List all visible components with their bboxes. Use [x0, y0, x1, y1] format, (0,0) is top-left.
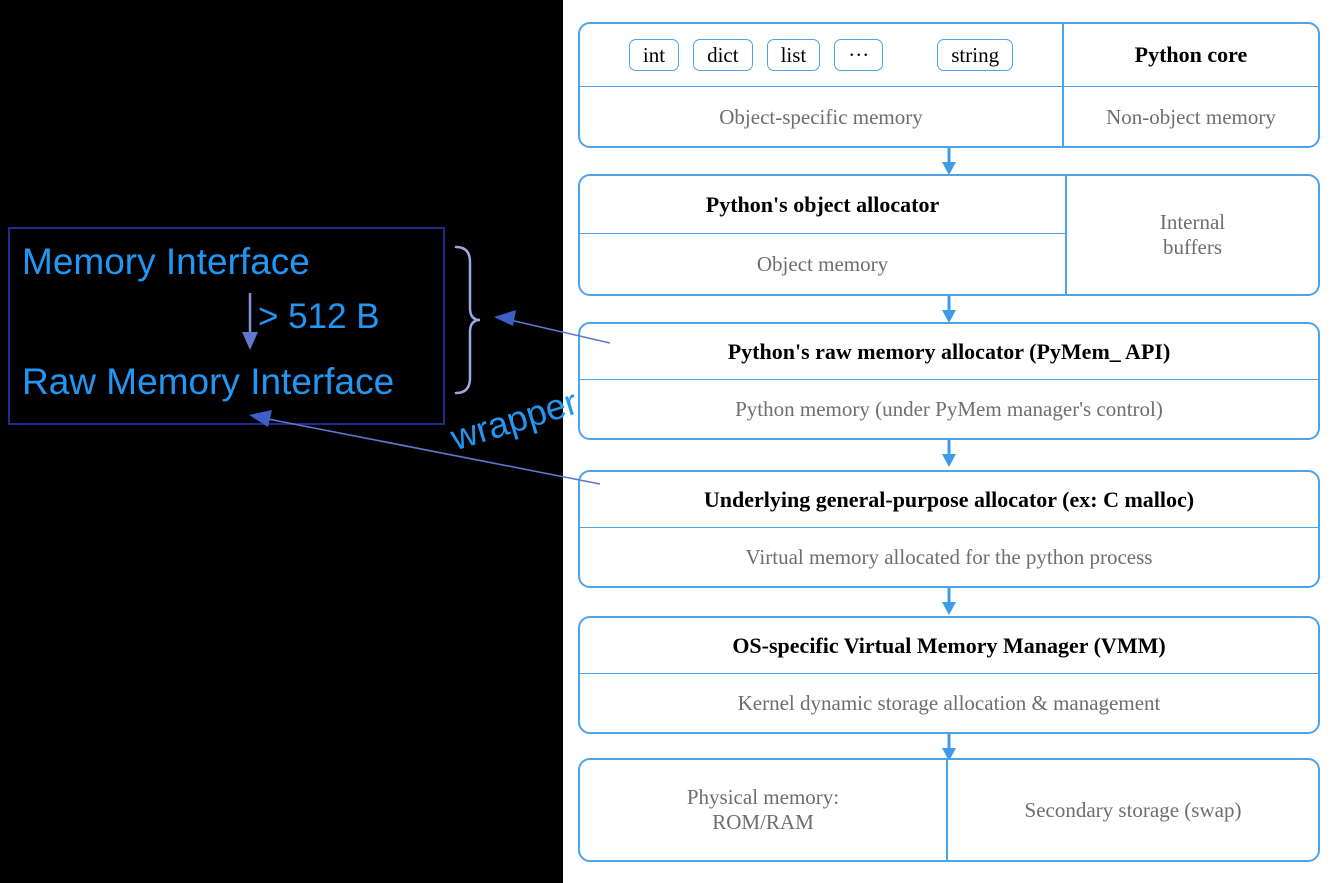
block-raw-memory-allocator[interactable]: Python's raw memory allocator (PyMem_ AP… [578, 322, 1320, 440]
object-allocator-title: Python's object allocator [580, 176, 1065, 234]
annotation-raw-memory-interface-label: Raw Memory Interface [22, 361, 395, 402]
non-object-memory-label: Non-object memory [1062, 87, 1318, 146]
block-python-core[interactable]: int dict list ··· string Python core Obj… [578, 22, 1320, 148]
block-physical-storage[interactable]: Physical memory: ROM/RAM Secondary stora… [578, 758, 1320, 862]
block-general-purpose-allocator[interactable]: Underlying general-purpose allocator (ex… [578, 470, 1320, 588]
vmm-title: OS-specific Virtual Memory Manager (VMM) [580, 618, 1318, 674]
python-memory-label: Python memory (under PyMem manager's con… [735, 396, 1163, 421]
python-type-pills: int dict list ··· string [580, 24, 1062, 86]
block-virtual-memory-manager[interactable]: OS-specific Virtual Memory Manager (VMM)… [578, 616, 1320, 734]
diagram-canvas: Memory Interface > 512 B Raw Memory Inte… [0, 0, 1336, 883]
connector-arrow-2 [942, 296, 956, 323]
physical-memory-label: Physical memory: ROM/RAM [580, 760, 946, 860]
connector-arrow-1 [942, 148, 956, 175]
physical-memory-line-1: Physical memory: [686, 785, 840, 809]
python-core-title: Python core [1062, 24, 1318, 86]
object-specific-memory-label: Object-specific memory [719, 104, 923, 129]
type-pill-list[interactable]: list [766, 39, 821, 71]
type-pill-int[interactable]: int [628, 39, 680, 71]
connector-arrow-3 [942, 440, 956, 467]
internal-buffers-label: Internal buffers [1065, 176, 1318, 294]
type-pill-string[interactable]: string [937, 39, 1014, 71]
annotation-threshold-label: > 512 B [258, 297, 380, 336]
kernel-storage-label: Kernel dynamic storage allocation & mana… [737, 690, 1161, 715]
annotation-panel: Memory Interface > 512 B Raw Memory Inte… [0, 0, 582, 883]
secondary-storage-label: Secondary storage (swap) [946, 760, 1318, 860]
memory-layer-stack: int dict list ··· string Python core Obj… [563, 0, 1336, 883]
internal-buffers-line-1: Internal [1159, 210, 1226, 234]
type-pill-ellipsis[interactable]: ··· [834, 39, 884, 71]
internal-buffers-line-2: buffers [1162, 235, 1223, 259]
annotation-memory-interface-label: Memory Interface [22, 241, 310, 282]
block-object-allocator[interactable]: Python's object allocator Object memory … [578, 174, 1320, 296]
object-memory-label: Object memory [756, 251, 889, 276]
raw-memory-allocator-title: Python's raw memory allocator (PyMem_ AP… [580, 324, 1318, 380]
type-pill-dict[interactable]: dict [693, 39, 753, 71]
physical-memory-line-2: ROM/RAM [712, 810, 814, 834]
general-purpose-allocator-title: Underlying general-purpose allocator (ex… [580, 472, 1318, 528]
connector-arrow-4 [942, 588, 956, 615]
virtual-memory-label: Virtual memory allocated for the python … [745, 544, 1153, 569]
